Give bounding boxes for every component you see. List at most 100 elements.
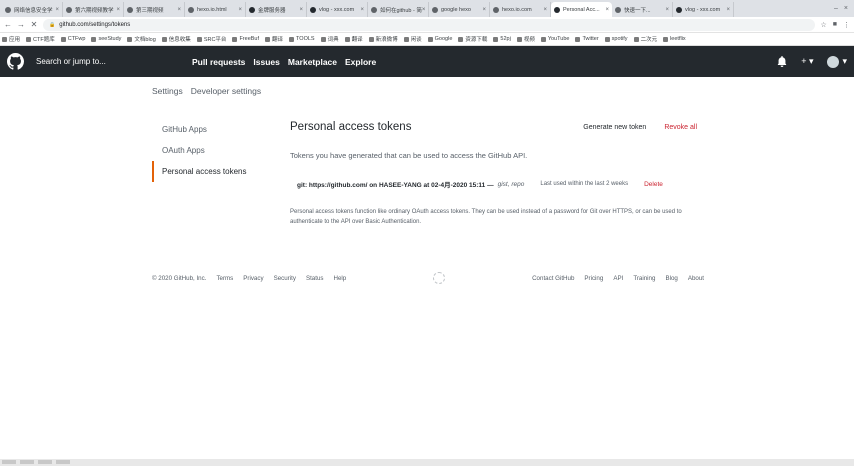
close-tab-icon[interactable]: × <box>665 7 669 13</box>
bookmark-favicon-icon <box>161 36 167 42</box>
bookmark-item[interactable]: Google <box>427 36 452 42</box>
footer-link-api[interactable]: API <box>613 275 623 282</box>
bookmark-item[interactable]: FreeBuf <box>232 36 259 42</box>
window-controls: – × <box>828 5 854 12</box>
browser-tab[interactable]: google hexo × <box>429 2 490 17</box>
browser-tab[interactable]: 网络信息安全学 × <box>2 2 63 17</box>
bookmark-favicon-icon <box>127 36 133 42</box>
footer-link-privacy[interactable]: Privacy <box>243 275 263 282</box>
bell-icon[interactable] <box>777 56 787 67</box>
token-name-link[interactable]: git: https://github.com/ on HASEE-YANG a… <box>297 179 494 189</box>
footer-link-contact[interactable]: Contact GitHub <box>532 275 574 282</box>
breadcrumb-developer-settings[interactable]: Developer settings <box>191 86 261 96</box>
browser-tab[interactable]: hexo.io.html × <box>185 2 246 17</box>
bookmark-item[interactable]: YouTube <box>540 36 569 42</box>
tab-favicon-icon <box>188 6 194 13</box>
menu-icon[interactable]: ⋮ <box>843 21 850 29</box>
forward-arrow-icon[interactable]: → <box>17 20 25 29</box>
bookmark-item[interactable]: leetflix <box>663 36 686 42</box>
bookmark-item[interactable]: 词典 <box>320 35 339 43</box>
bookmark-item[interactable]: 文档blog <box>127 35 156 43</box>
bookmark-item[interactable]: 新浪微博 <box>368 35 398 43</box>
browser-tab[interactable]: vlog - xxx.com × <box>307 2 368 17</box>
bookmarks-bar: 应用 CTF题库 CTFwp seeStudy 文档blog 信息收集 SRC平台 FreeB… <box>0 33 854 46</box>
bookmark-item[interactable]: 应用 <box>2 35 20 43</box>
close-tab-icon[interactable]: × <box>543 7 547 13</box>
nav-issues[interactable]: Issues <box>253 57 279 67</box>
star-icon[interactable]: ☆ <box>820 21 826 29</box>
sidebar-item-personal-access-tokens[interactable]: Personal access tokens <box>152 161 256 182</box>
bookmark-item[interactable]: 翻译 <box>265 35 283 43</box>
browser-tab[interactable]: 如何在github - 简 × <box>368 2 429 17</box>
close-tab-icon[interactable]: × <box>116 7 120 13</box>
minimize-icon[interactable]: – <box>834 5 838 12</box>
footer-link-terms[interactable]: Terms <box>216 275 233 282</box>
bookmark-item[interactable]: 资源下载 <box>458 35 487 43</box>
close-tab-icon[interactable]: × <box>605 7 609 13</box>
bookmark-item[interactable]: 视频 <box>516 35 535 43</box>
browser-tab[interactable]: 第三期视频 × <box>124 2 185 17</box>
breadcrumb-settings[interactable]: Settings <box>152 86 183 96</box>
close-tab-icon[interactable]: × <box>422 7 426 13</box>
bookmark-item[interactable]: TOOLS <box>289 36 315 42</box>
close-tab-icon[interactable]: × <box>299 7 303 13</box>
nav-explore[interactable]: Explore <box>345 57 376 67</box>
footer-link-help[interactable]: Help <box>333 275 346 282</box>
bookmark-item[interactable]: spotify <box>604 36 628 42</box>
bookmark-item[interactable]: 翻译 <box>344 35 363 43</box>
browser-tab[interactable]: 金牌服务器 × <box>246 2 307 17</box>
github-nav: Pull requests Issues Marketplace Explore <box>192 57 376 67</box>
bookmark-favicon-icon <box>196 36 202 42</box>
stop-loading-icon[interactable]: ✕ <box>30 20 38 29</box>
bookmark-item[interactable]: 信息收集 <box>161 35 191 43</box>
github-mark-icon[interactable] <box>433 272 446 284</box>
footer-link-status[interactable]: Status <box>306 275 324 282</box>
browser-tab[interactable]: 快速一下... × <box>612 2 673 17</box>
back-arrow-icon[interactable]: ← <box>4 20 12 29</box>
footer-link-security[interactable]: Security <box>274 275 296 282</box>
token-last-used: Last used within the last 2 weeks <box>540 181 629 187</box>
extension-icon[interactable]: ■ <box>833 21 837 29</box>
close-tab-icon[interactable]: × <box>726 7 730 13</box>
footer-link-training[interactable]: Training <box>633 275 655 282</box>
bookmark-favicon-icon <box>575 36 581 42</box>
bookmark-item[interactable]: seeStudy <box>91 36 121 42</box>
close-tab-icon[interactable]: × <box>238 7 242 13</box>
bookmark-item[interactable]: CTFwp <box>60 36 85 42</box>
bookmark-favicon-icon <box>232 36 238 42</box>
browser-tab[interactable]: vlog - xxx.com × <box>673 2 734 17</box>
create-new-dropdown[interactable]: + ▾ <box>801 56 813 67</box>
sidebar-item-github-apps[interactable]: GitHub Apps <box>152 119 256 140</box>
close-tab-icon[interactable]: × <box>55 7 59 13</box>
close-tab-icon[interactable]: × <box>360 7 364 13</box>
bookmark-favicon-icon <box>2 36 7 42</box>
bookmark-item[interactable]: Twitter <box>575 36 599 42</box>
footer-link-blog[interactable]: Blog <box>665 275 677 282</box>
github-search-input[interactable]: Search or jump to... <box>36 53 176 71</box>
close-tab-icon[interactable]: × <box>482 7 486 13</box>
github-favicon-icon <box>310 6 316 13</box>
sidebar-item-oauth-apps[interactable]: OAuth Apps <box>152 140 256 161</box>
nav-marketplace[interactable]: Marketplace <box>288 57 337 67</box>
github-logo-icon[interactable] <box>7 53 24 70</box>
footer-link-pricing[interactable]: Pricing <box>584 275 603 282</box>
url-input[interactable]: 🔒 github.com/settings/tokens <box>43 18 816 31</box>
browser-tab[interactable]: hexo.io.com × <box>490 2 551 17</box>
nav-pull-requests[interactable]: Pull requests <box>192 57 245 67</box>
bookmark-item[interactable]: SRC平台 <box>196 35 226 43</box>
bookmark-item[interactable]: 二次元 <box>633 35 657 43</box>
revoke-all-button[interactable]: Revoke all <box>664 124 697 131</box>
bookmark-item[interactable]: CTF题库 <box>26 35 55 43</box>
generate-token-button[interactable]: Generate new token <box>583 124 646 131</box>
bookmark-favicon-icon <box>403 36 409 42</box>
browser-tab-active[interactable]: Personal Acc... × <box>551 2 612 17</box>
delete-token-button[interactable]: Delete <box>644 181 663 188</box>
bookmark-item[interactable]: 闲谈 <box>403 35 422 43</box>
close-tab-icon[interactable]: × <box>177 7 181 13</box>
user-menu[interactable]: ▾ <box>827 55 847 68</box>
close-window-icon[interactable]: × <box>844 5 848 12</box>
browser-tab[interactable]: 第六期视频教学 × <box>63 2 124 17</box>
footer-link-about[interactable]: About <box>688 275 704 282</box>
bookmark-item[interactable]: 52pj <box>493 36 511 42</box>
avatar <box>827 55 840 68</box>
